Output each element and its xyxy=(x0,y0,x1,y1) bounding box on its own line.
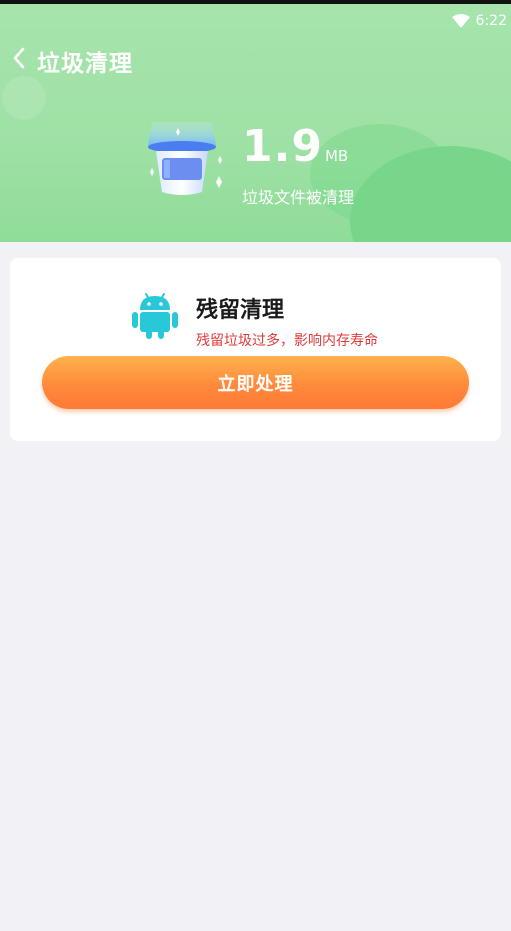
status-time: 6:22 xyxy=(475,13,507,29)
card-title: 残留清理 xyxy=(196,298,285,323)
trash-bin-icon xyxy=(146,120,232,202)
status-bar: 6:22 xyxy=(451,12,507,30)
process-now-button[interactable]: 立即处理 xyxy=(42,356,469,409)
decor-circle xyxy=(2,76,46,120)
back-button[interactable] xyxy=(8,46,30,74)
cleaned-size: 1.9 MB xyxy=(242,120,348,174)
cleaned-label: 垃圾文件被清理 xyxy=(242,188,355,207)
cleaned-size-value: 1.9 xyxy=(242,121,323,172)
header-banner: 6:22 垃圾清理 1.9 MB 垃圾文件被清理 xyxy=(0,4,511,242)
cleaned-size-unit: MB xyxy=(324,147,349,165)
page-title: 垃圾清理 xyxy=(37,51,133,77)
card-description: 残留垃圾过多，影响内存寿命 xyxy=(196,333,378,349)
android-icon xyxy=(130,290,180,340)
wifi-icon xyxy=(451,14,470,28)
chevron-left-icon xyxy=(12,47,26,73)
